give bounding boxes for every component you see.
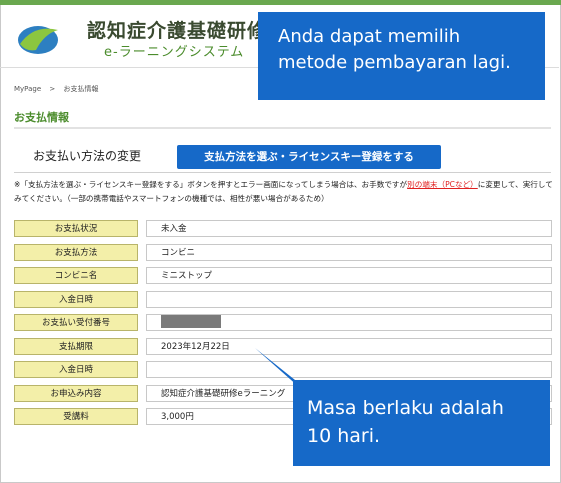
other-device-link[interactable]: 別の端末（PCなど） [407,180,478,189]
note-text-1: ※「支払方法を選ぶ・ライセンスキー登録をする」ボタンを押すとエラー画面になってし… [14,180,408,189]
row-label: 支払期限 [14,337,138,355]
select-payment-method-button[interactable]: 支払方法を選ぶ・ライセンスキー登録をする [177,145,441,169]
row-label: 受講料 [14,408,138,425]
callout-text: Masa berlaku adalah 10 hari. [307,394,504,450]
row-value [146,361,552,378]
breadcrumb-home-link[interactable]: MyPage [14,85,41,93]
callout-validity: Masa berlaku adalah 10 hari. [293,380,550,466]
callout-text: Anda dapat memilih metode pembayaran lag… [278,24,511,76]
subsection-divider [14,172,551,173]
page-title: お支払情報 [14,111,69,124]
callout-pointer-icon [258,74,272,98]
row-label: お申込み内容 [14,384,138,402]
brand-logo-icon [18,26,58,54]
brand-subtitle-e: e [104,45,113,60]
row-label: お支払方法 [14,243,138,261]
row-label: 入金日時 [14,361,138,378]
table-row: お支払方法 コンビニ [14,242,553,266]
redacted-number [161,315,221,328]
row-value-masked [146,314,552,331]
breadcrumb-separator: > [49,85,56,93]
table-row: お支払状況 未入金 [14,218,553,242]
callout-select-method: Anda dapat memilih metode pembayaran lag… [258,12,545,100]
row-value: ミニストップ [146,267,552,284]
row-label: お支払状況 [14,220,138,237]
callout-line-1: Anda dapat memilih [278,26,461,47]
row-label: お支払い受付番号 [14,314,138,331]
table-row: お支払い受付番号 [14,312,553,336]
row-value: 未入金 [146,220,552,237]
brand-subtitle-rest: -ラーニングシステム [113,45,245,60]
brand-subtitle: e-ラーニングシステム [104,41,244,60]
callout-line-1: Masa berlaku adalah [307,397,504,419]
brand-title: 認知症介護基礎研修 [87,20,268,42]
top-accent-bar [0,0,561,5]
table-row: 入金日時 [14,289,553,313]
payment-method-change-label: お支払い方法の変更 [33,149,142,163]
row-value: 2023年12月22日 [146,337,552,355]
error-note: ※「支払方法を選ぶ・ライセンスキー登録をする」ボタンを押すとエラー画面になってし… [14,178,554,206]
breadcrumb: MyPage > お支払情報 [14,84,104,94]
breadcrumb-current: お支払情報 [63,85,99,93]
title-divider [14,127,551,129]
row-value: コンビニ [146,243,552,261]
callout-line-2: metode pembayaran lagi. [278,52,511,73]
row-value [146,290,552,308]
callout-line-2: 10 hari. [307,425,381,447]
row-label: コンビニ名 [14,267,138,284]
row-label: 入金日時 [14,290,138,308]
table-row: コンビニ名 ミニストップ [14,265,553,289]
